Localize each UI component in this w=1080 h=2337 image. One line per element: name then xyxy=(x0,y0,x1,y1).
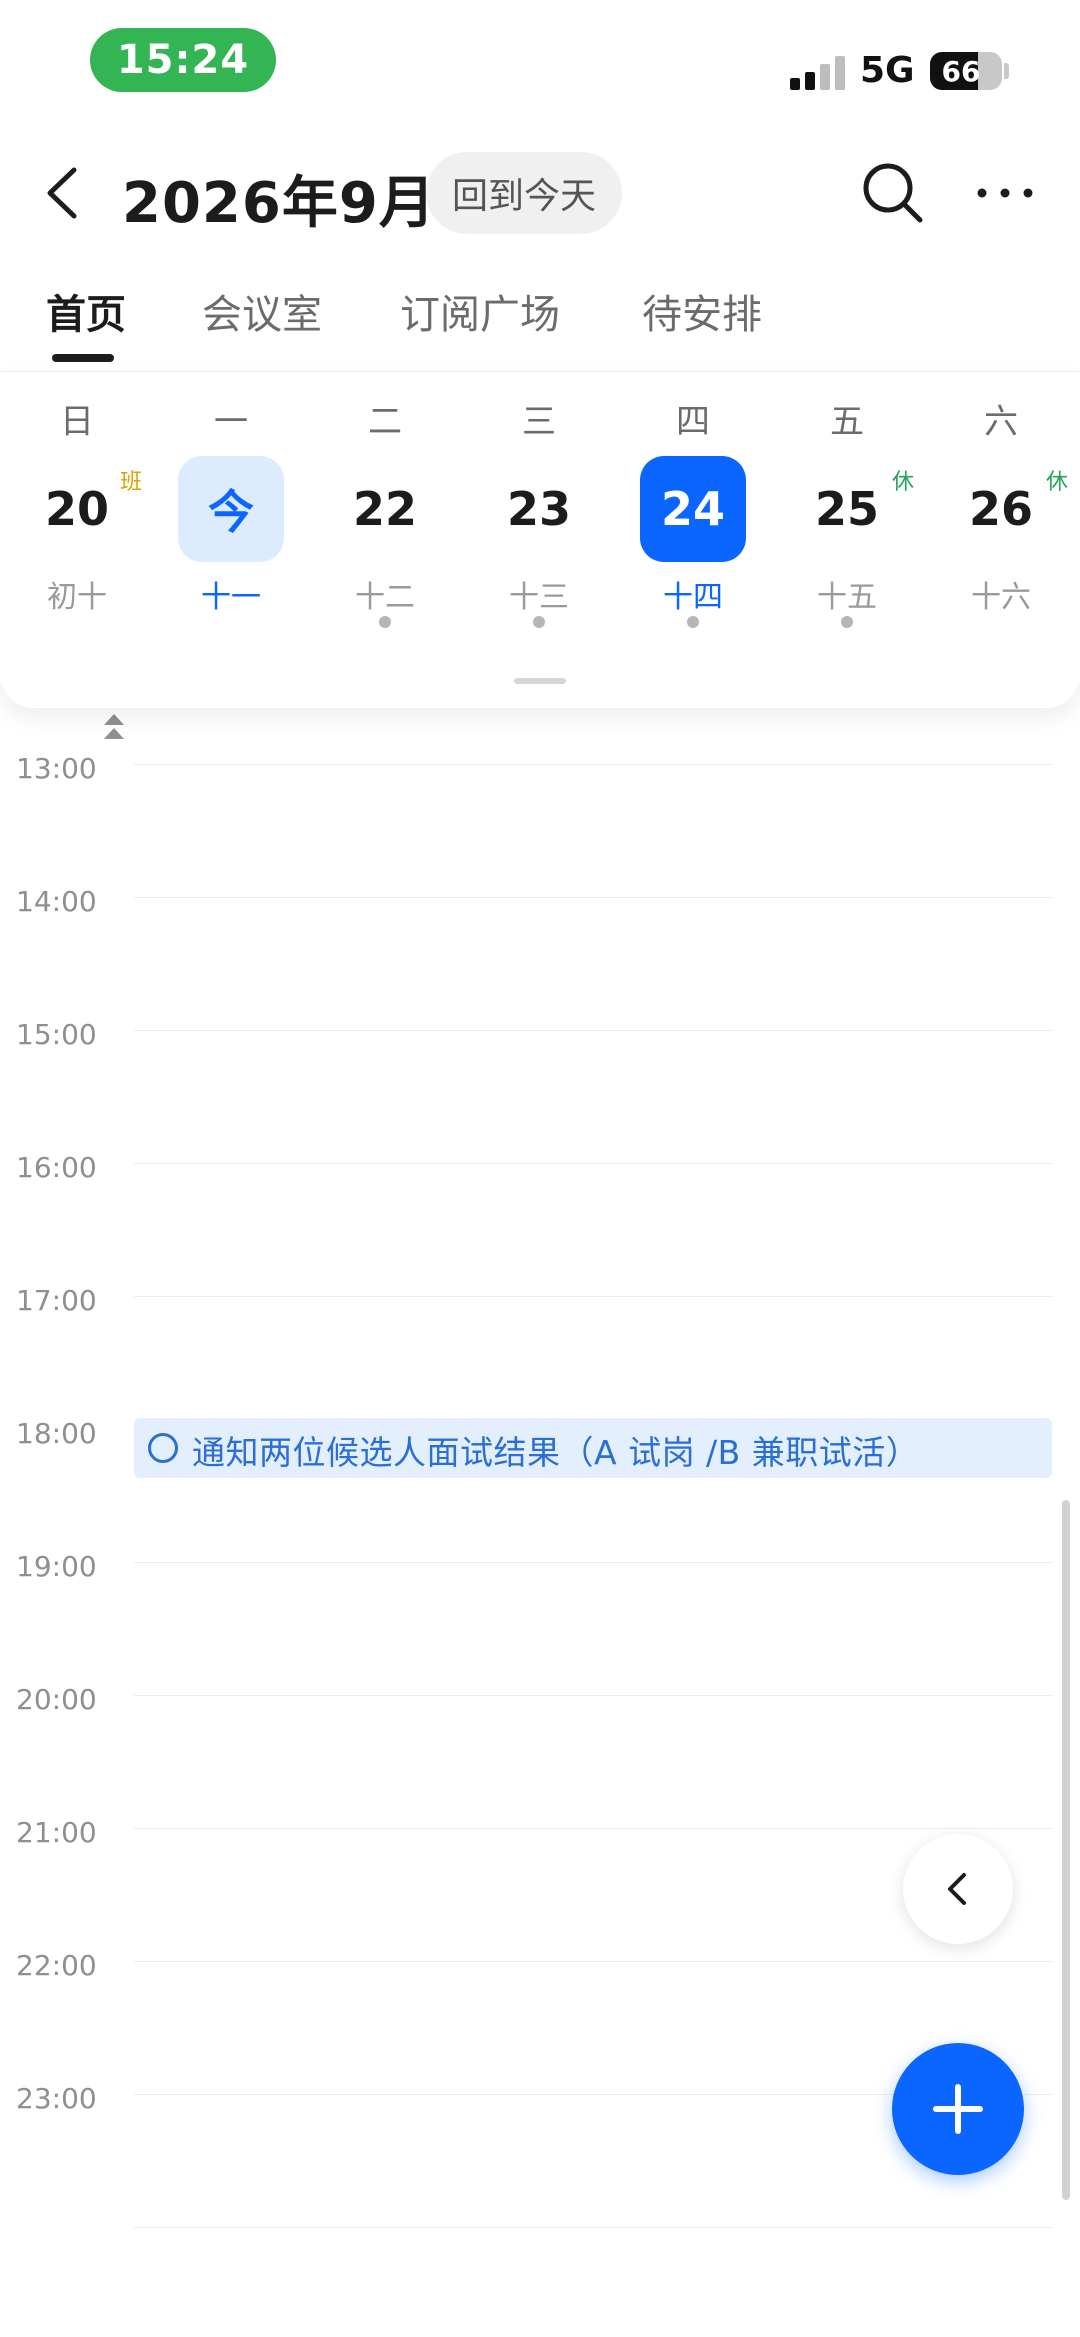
battery-icon: 66 xyxy=(930,52,1002,90)
event-card[interactable]: 通知两位候选人面试结果（A 试岗 /B 兼职试活） xyxy=(134,1418,1052,1478)
network-type: 5G xyxy=(860,50,915,91)
more-button[interactable] xyxy=(970,158,1040,228)
back-to-today-button[interactable]: 回到今天 xyxy=(426,152,622,234)
weekday-label: 六 xyxy=(984,402,1018,442)
hour-gridline xyxy=(134,2227,1054,2228)
month-title[interactable]: 2026年9月 xyxy=(122,158,436,239)
lunar-date: 十一 xyxy=(201,580,261,615)
battery-tip xyxy=(1004,63,1009,79)
selected-date: 24 xyxy=(640,456,746,562)
hour-gridline xyxy=(134,1828,1054,1829)
date-number: 26 xyxy=(968,482,1033,536)
day-thursday[interactable]: 四 24 十四 xyxy=(616,372,770,672)
weekday-label: 三 xyxy=(522,402,556,442)
chevron-left-icon xyxy=(948,1873,966,1905)
lunar-date: 十四 xyxy=(663,580,723,615)
day-friday[interactable]: 五 25 休 十五 xyxy=(770,372,924,672)
tab-meeting-room[interactable]: 会议室 xyxy=(202,282,322,340)
date-number: 23 xyxy=(506,482,571,536)
hour-label: 16:00 xyxy=(16,1151,97,1184)
double-chevron-up-icon[interactable] xyxy=(100,712,128,744)
hour-gridline xyxy=(134,1961,1054,1962)
plus-icon xyxy=(933,2084,983,2134)
tab-subscription-square[interactable]: 订阅广场 xyxy=(400,282,560,340)
battery-level: 66 xyxy=(941,54,981,88)
event-checkbox[interactable] xyxy=(148,1433,178,1463)
hour-gridline xyxy=(134,1296,1054,1297)
day-saturday[interactable]: 六 26 休 十六 xyxy=(924,372,1078,672)
lunar-date: 十五 xyxy=(817,580,877,615)
week-strip: 日 20 班 初十 一 今 十一 二 22 十二 三 23 十三 四 24 十四… xyxy=(0,372,1080,708)
lunar-date: 十二 xyxy=(355,580,415,615)
weekday-label: 日 xyxy=(60,402,94,442)
holiday-badge: 休 xyxy=(892,470,915,495)
hour-label: 14:00 xyxy=(16,885,97,918)
hour-label: 23:00 xyxy=(16,2082,97,2115)
day-monday[interactable]: 一 今 十一 xyxy=(154,372,308,672)
status-time: 15:24 xyxy=(90,28,276,92)
tab-home[interactable]: 首页 xyxy=(46,282,126,340)
add-event-button[interactable] xyxy=(892,2043,1024,2175)
week-strip-drag-handle[interactable] xyxy=(514,678,566,684)
weekday-label: 一 xyxy=(214,402,248,442)
tab-bar: 首页 会议室 订阅广场 待安排 xyxy=(0,268,1080,372)
lunar-date: 初十 xyxy=(47,580,107,615)
timeline-scrollbar[interactable] xyxy=(1062,1500,1070,2200)
date-number: 22 xyxy=(352,482,417,536)
event-dot xyxy=(533,616,545,628)
day-tuesday[interactable]: 二 22 十二 xyxy=(308,372,462,672)
event-dot xyxy=(379,616,391,628)
today-date: 今 xyxy=(178,456,284,562)
hour-label: 15:00 xyxy=(16,1018,97,1051)
workday-badge: 班 xyxy=(120,470,143,495)
chevron-left-icon xyxy=(47,167,77,219)
back-button[interactable] xyxy=(36,158,96,228)
hour-gridline xyxy=(134,1562,1054,1563)
hour-gridline xyxy=(134,764,1054,765)
search-button[interactable] xyxy=(858,158,928,228)
hour-gridline xyxy=(134,1030,1054,1031)
date-number: 20 xyxy=(44,482,109,536)
hour-gridline xyxy=(134,897,1054,898)
hour-gridline xyxy=(134,1163,1054,1164)
event-dot xyxy=(841,616,853,628)
lunar-date: 十六 xyxy=(971,580,1031,615)
date-number: 25 xyxy=(814,482,879,536)
calendar-header: 2026年9月 回到今天 xyxy=(0,140,1080,250)
hour-label: 13:00 xyxy=(16,752,97,785)
collapse-panel-button[interactable] xyxy=(903,1834,1013,1944)
hour-label: 17:00 xyxy=(16,1284,97,1317)
event-dot xyxy=(687,616,699,628)
hour-label: 20:00 xyxy=(16,1683,97,1716)
hour-gridline xyxy=(134,1695,1054,1696)
day-sunday[interactable]: 日 20 班 初十 xyxy=(0,372,154,672)
holiday-badge: 休 xyxy=(1046,470,1069,495)
tab-unscheduled[interactable]: 待安排 xyxy=(642,282,762,340)
hour-label: 18:00 xyxy=(16,1417,97,1450)
day-wednesday[interactable]: 三 23 十三 xyxy=(462,372,616,672)
status-bar: 15:24 5G 66 xyxy=(0,0,1080,130)
hour-label: 19:00 xyxy=(16,1550,97,1583)
weekday-label: 二 xyxy=(368,402,402,442)
signal-icon xyxy=(790,54,848,90)
hour-label: 22:00 xyxy=(16,1949,97,1982)
event-title: 通知两位候选人面试结果（A 试岗 /B 兼职试活） xyxy=(192,1433,920,1472)
hour-label: 21:00 xyxy=(16,1816,97,1849)
search-icon xyxy=(863,163,923,223)
lunar-date: 十三 xyxy=(509,580,569,615)
weekday-label: 五 xyxy=(830,402,864,442)
weekday-label: 四 xyxy=(676,402,710,442)
more-icon xyxy=(977,188,1033,198)
tab-active-indicator xyxy=(52,354,114,362)
